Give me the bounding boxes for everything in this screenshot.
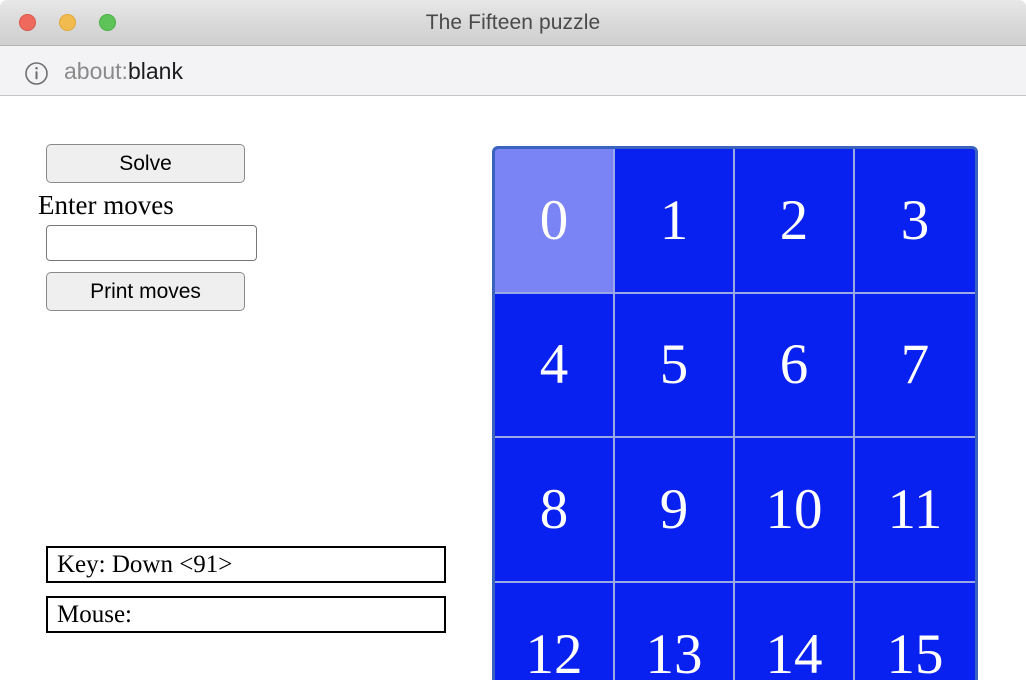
puzzle-tile-label: 11 (887, 477, 943, 541)
puzzle-tile-8[interactable]: 8 (495, 438, 615, 583)
puzzle-tile-label: 8 (539, 477, 569, 541)
puzzle-tile-3[interactable]: 3 (855, 149, 975, 294)
puzzle-tile-label: 15 (886, 623, 944, 680)
window-title: The Fifteen puzzle (425, 11, 601, 34)
puzzle-tile-label: 7 (900, 333, 930, 397)
title-bar: The Fifteen puzzle (0, 0, 1026, 46)
key-status-box: Key: Down <91> (46, 546, 446, 583)
mouse-status-box: Mouse: (46, 596, 446, 633)
url-text[interactable]: about:blank (64, 46, 183, 96)
puzzle-tile-label: 6 (779, 333, 809, 397)
puzzle-tile-12[interactable]: 12 (495, 582, 615, 680)
puzzle-tile-10[interactable]: 10 (735, 438, 855, 583)
puzzle-tile-5[interactable]: 5 (615, 293, 735, 438)
url-scheme: about: (64, 58, 128, 84)
puzzle-tile-label: 13 (645, 623, 703, 680)
puzzle-tile-4[interactable]: 4 (495, 293, 615, 438)
puzzle-tile-7[interactable]: 7 (855, 293, 975, 438)
print-moves-button[interactable]: Print moves (46, 272, 245, 311)
enter-moves-label: Enter moves (38, 190, 174, 220)
puzzle-tile-label: 1 (659, 188, 689, 252)
puzzle-tile-label: 0 (539, 188, 569, 252)
puzzle-grid[interactable]: 0 1 2 3 4 5 6 7 8 9 10 11 12 13 14 15 (492, 146, 978, 680)
puzzle-tile-label: 2 (779, 188, 809, 252)
puzzle-tile-0[interactable]: 0 (495, 149, 615, 294)
puzzle-tile-label: 14 (765, 623, 823, 680)
puzzle-tile-6[interactable]: 6 (735, 293, 855, 438)
puzzle-tile-label: 10 (765, 477, 823, 541)
puzzle-tile-15[interactable]: 15 (855, 582, 975, 680)
puzzle-tile-label: 9 (659, 477, 689, 541)
moves-input[interactable] (46, 225, 257, 261)
page-content: Solve Enter moves Print moves Key: Down … (0, 97, 1026, 680)
puzzle-tile-label: 12 (525, 623, 583, 680)
url-path: blank (127, 58, 183, 84)
puzzle-tile-9[interactable]: 9 (615, 438, 735, 583)
puzzle-tile-11[interactable]: 11 (855, 438, 975, 583)
solve-button[interactable]: Solve (46, 144, 245, 183)
puzzle-tile-1[interactable]: 1 (615, 149, 735, 294)
browser-window: The Fifteen puzzle about:blank Solve Ent… (0, 0, 1026, 680)
puzzle-tile-label: 4 (539, 333, 569, 397)
puzzle-tile-13[interactable]: 13 (615, 582, 735, 680)
puzzle-tile-label: 5 (659, 333, 689, 397)
puzzle-tile-2[interactable]: 2 (735, 149, 855, 294)
info-icon[interactable] (24, 61, 49, 86)
puzzle-tile-14[interactable]: 14 (735, 582, 855, 680)
puzzle-tile-label: 3 (900, 188, 930, 252)
